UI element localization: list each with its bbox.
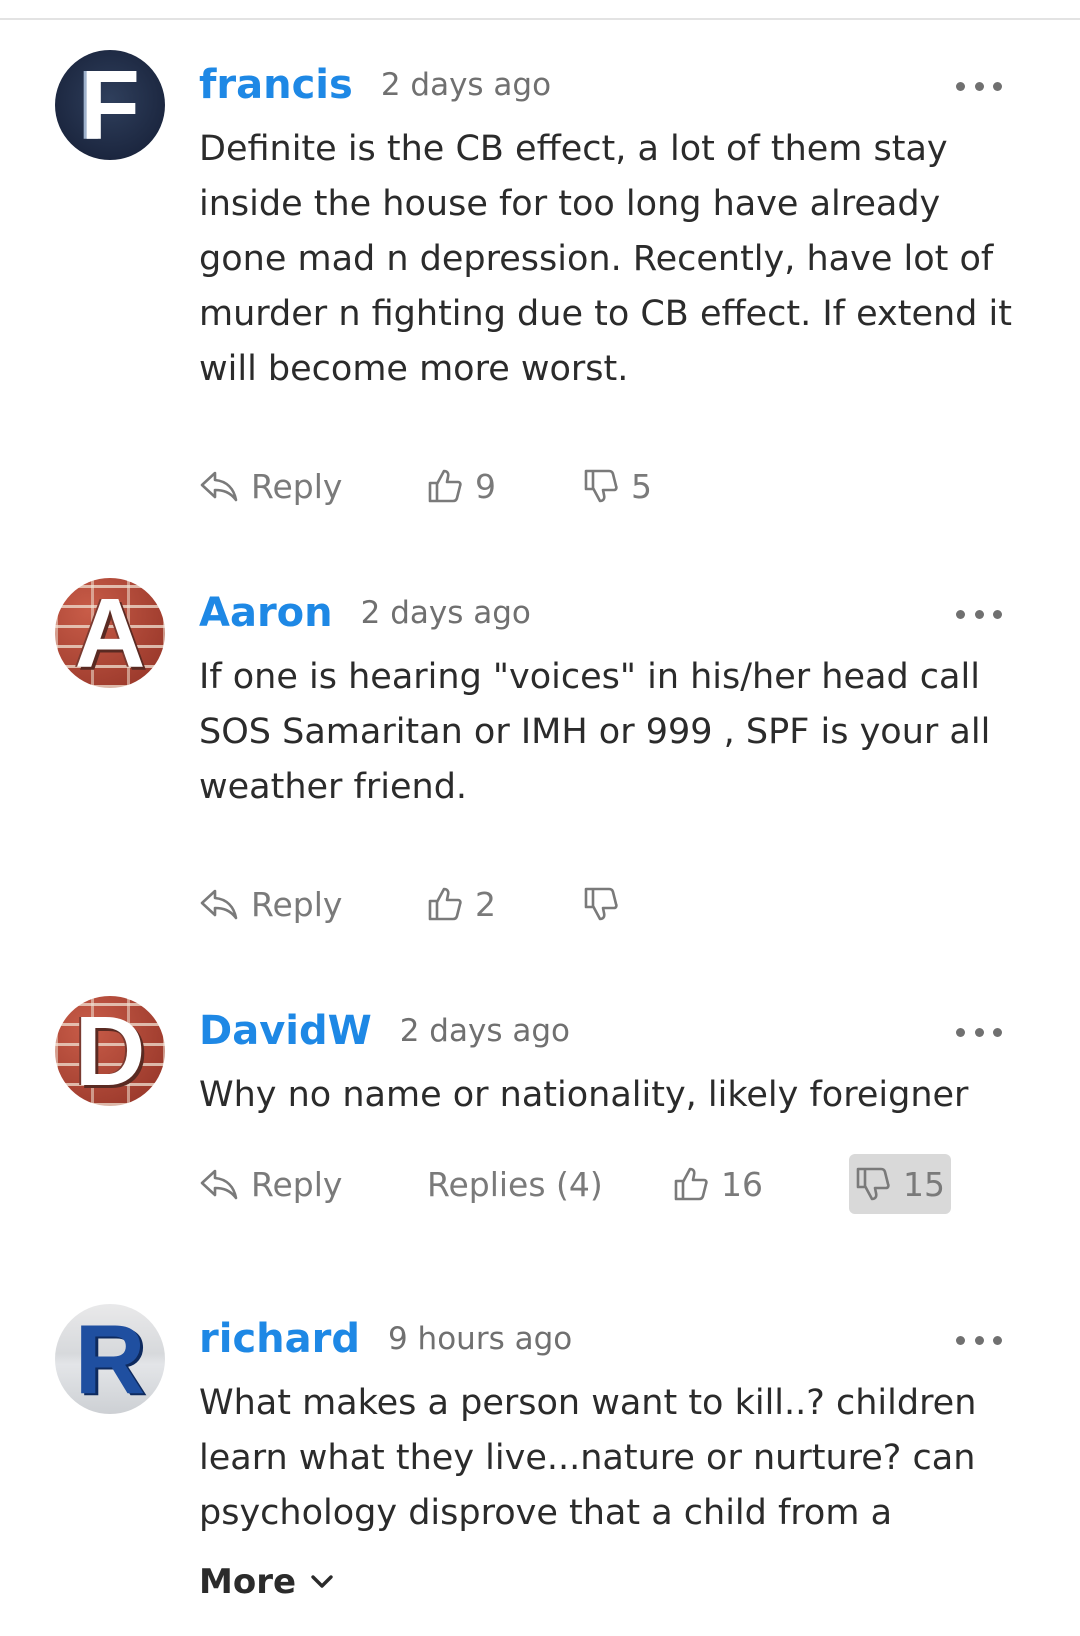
timestamp: 2 days ago xyxy=(380,67,552,103)
like-button[interactable]: 16 xyxy=(673,1154,763,1214)
reply-arrow-icon xyxy=(200,1169,238,1200)
reply-button[interactable]: Reply xyxy=(199,1154,342,1214)
like-count: 9 xyxy=(475,466,496,506)
reply-arrow-icon xyxy=(200,471,238,502)
username[interactable]: Aaron xyxy=(199,590,333,636)
timestamp: 9 hours ago xyxy=(387,1321,573,1357)
replies-label: Replies (4) xyxy=(427,1164,603,1204)
timestamp: 2 days ago xyxy=(360,595,531,631)
top-divider xyxy=(0,18,1080,20)
comment-text: Definite is the CB effect, a lot of them… xyxy=(199,129,1012,389)
dislike-button[interactable]: 5 xyxy=(583,456,652,516)
like-button[interactable]: 2 xyxy=(427,874,496,934)
thumbs-up-icon xyxy=(674,1167,708,1201)
like-count: 2 xyxy=(475,884,496,924)
avatar[interactable]: R xyxy=(55,1304,165,1414)
username[interactable]: francis xyxy=(199,62,353,108)
comment-header: francis 2 days ago xyxy=(199,50,551,120)
username[interactable]: richard xyxy=(199,1316,360,1362)
like-button[interactable]: 9 xyxy=(427,456,496,516)
dislike-button[interactable]: 15 xyxy=(849,1154,951,1214)
reply-label: Reply xyxy=(251,884,343,924)
chevron-down-icon xyxy=(311,1575,333,1588)
reply-button[interactable]: Reply xyxy=(199,874,342,934)
reply-label: Reply xyxy=(251,1164,343,1204)
more-button[interactable]: More xyxy=(199,1562,334,1602)
dislike-button[interactable] xyxy=(583,874,631,934)
thumbs-down-icon xyxy=(856,1167,890,1201)
comment-header: DavidW 2 days ago xyxy=(199,996,570,1066)
thumbs-down-icon xyxy=(584,469,618,503)
comment-header: richard 9 hours ago xyxy=(199,1304,572,1374)
avatar-letter: F xyxy=(80,50,140,160)
avatar[interactable]: A xyxy=(55,578,165,688)
comment-header: Aaron 2 days ago xyxy=(199,578,531,648)
avatar[interactable]: D xyxy=(55,996,165,1106)
reply-arrow-icon xyxy=(200,889,238,920)
like-count: 16 xyxy=(721,1164,763,1204)
username[interactable]: DavidW xyxy=(199,1008,372,1054)
comment-actions: Reply 2 xyxy=(199,874,999,934)
more-dots-icon[interactable] xyxy=(956,1014,1002,1050)
comment-actions: Reply Replies (4) 16 15 xyxy=(199,1154,999,1214)
comment-actions: Reply 9 5 xyxy=(199,456,999,516)
more-label: More xyxy=(199,1562,297,1602)
comment-text: What makes a person want to kill..? chil… xyxy=(199,1383,977,1533)
timestamp: 2 days ago xyxy=(399,1013,570,1049)
more-dots-icon[interactable] xyxy=(956,1322,1002,1358)
avatar[interactable]: F xyxy=(55,50,165,160)
dislike-count: 15 xyxy=(903,1164,945,1204)
comment-text: If one is hearing "voices" in his/her he… xyxy=(199,657,991,807)
thumbs-down-icon xyxy=(584,887,618,921)
thumbs-up-icon xyxy=(428,887,462,921)
reply-label: Reply xyxy=(251,466,343,506)
more-dots-icon[interactable] xyxy=(956,68,1002,104)
avatar-letter: D xyxy=(74,996,146,1106)
dislike-count: 5 xyxy=(631,466,652,506)
avatar-letter: A xyxy=(74,578,146,688)
avatar-letter: R xyxy=(74,1304,146,1414)
reply-button[interactable]: Reply xyxy=(199,456,342,516)
thumbs-up-icon xyxy=(428,469,462,503)
replies-button[interactable]: Replies (4) xyxy=(427,1154,603,1214)
more-dots-icon[interactable] xyxy=(956,596,1002,632)
comment-text: Why no name or nationality, likely forei… xyxy=(199,1075,969,1115)
